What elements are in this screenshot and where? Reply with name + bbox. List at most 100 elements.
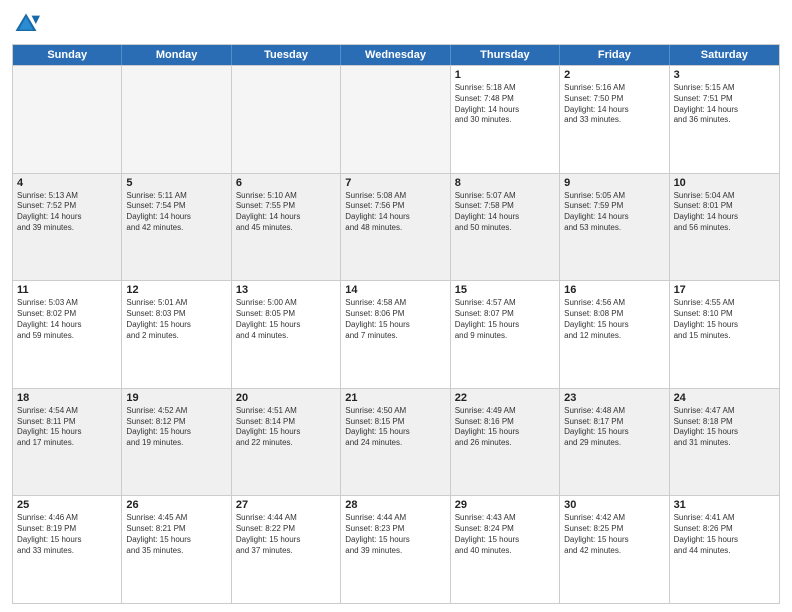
- day-number: 1: [455, 69, 555, 81]
- weekday-header-friday: Friday: [560, 45, 669, 65]
- cell-info: Sunrise: 5:11 AM Sunset: 7:54 PM Dayligh…: [126, 191, 226, 234]
- logo-icon: [12, 10, 40, 38]
- calendar-cell-22: 22 Sunrise: 4:49 AM Sunset: 8:16 PM Dayli…: [451, 389, 560, 496]
- day-number: 19: [126, 392, 226, 404]
- calendar-cell-12: 12 Sunrise: 5:01 AM Sunset: 8:03 PM Dayli…: [122, 281, 231, 388]
- cell-info: Sunrise: 5:16 AM Sunset: 7:50 PM Dayligh…: [564, 83, 664, 126]
- day-number: 23: [564, 392, 664, 404]
- day-number: 5: [126, 177, 226, 189]
- cell-info: Sunrise: 4:47 AM Sunset: 8:18 PM Dayligh…: [674, 406, 775, 449]
- calendar-cell-30: 30 Sunrise: 4:42 AM Sunset: 8:25 PM Dayli…: [560, 496, 669, 603]
- cell-info: Sunrise: 5:01 AM Sunset: 8:03 PM Dayligh…: [126, 298, 226, 341]
- cell-info: Sunrise: 4:56 AM Sunset: 8:08 PM Dayligh…: [564, 298, 664, 341]
- calendar-cell-empty-r0c2: [232, 66, 341, 173]
- day-number: 3: [674, 69, 775, 81]
- day-number: 26: [126, 499, 226, 511]
- cell-info: Sunrise: 4:55 AM Sunset: 8:10 PM Dayligh…: [674, 298, 775, 341]
- calendar-cell-29: 29Sunrise: 4:43 AM Sunset: 8:24 PM Dayli…: [451, 496, 560, 603]
- day-number: 15: [455, 284, 555, 296]
- day-number: 14: [345, 284, 445, 296]
- day-number: 16: [564, 284, 664, 296]
- day-number: 21: [345, 392, 445, 404]
- calendar-cell-14: 14 Sunrise: 4:58 AM Sunset: 8:06 PM Dayli…: [341, 281, 450, 388]
- calendar-cell-11: 11Sunrise: 5:03 AM Sunset: 8:02 PM Dayli…: [13, 281, 122, 388]
- weekday-header-saturday: Saturday: [670, 45, 779, 65]
- day-number: 12: [126, 284, 226, 296]
- day-number: 20: [236, 392, 336, 404]
- cell-info: Sunrise: 5:03 AM Sunset: 8:02 PM Dayligh…: [17, 298, 117, 341]
- calendar-cell-8: 8 Sunrise: 5:07 AM Sunset: 7:58 PM Daylig…: [451, 174, 560, 281]
- day-number: 8: [455, 177, 555, 189]
- calendar-cell-empty-r0c0: [13, 66, 122, 173]
- calendar-cell-25: 25 Sunrise: 4:46 AM Sunset: 8:19 PM Dayli…: [13, 496, 122, 603]
- day-number: 7: [345, 177, 445, 189]
- calendar-row-5: 25 Sunrise: 4:46 AM Sunset: 8:19 PM Dayli…: [13, 495, 779, 603]
- weekday-header-monday: Monday: [122, 45, 231, 65]
- calendar-cell-21: 21Sunrise: 4:50 AM Sunset: 8:15 PM Dayli…: [341, 389, 450, 496]
- cell-info: Sunrise: 4:45 AM Sunset: 8:21 PM Dayligh…: [126, 513, 226, 556]
- cell-info: Sunrise: 5:04 AM Sunset: 8:01 PM Dayligh…: [674, 191, 775, 234]
- cell-info: Sunrise: 4:52 AM Sunset: 8:12 PM Dayligh…: [126, 406, 226, 449]
- day-number: 28: [345, 499, 445, 511]
- day-number: 4: [17, 177, 117, 189]
- day-number: 27: [236, 499, 336, 511]
- calendar-cell-9: 9Sunrise: 5:05 AM Sunset: 7:59 PM Daylig…: [560, 174, 669, 281]
- day-number: 13: [236, 284, 336, 296]
- day-number: 6: [236, 177, 336, 189]
- calendar-cell-19: 19 Sunrise: 4:52 AM Sunset: 8:12 PM Dayli…: [122, 389, 231, 496]
- calendar-cell-13: 13 Sunrise: 5:00 AM Sunset: 8:05 PM Dayli…: [232, 281, 341, 388]
- day-number: 24: [674, 392, 775, 404]
- cell-info: Sunrise: 5:10 AM Sunset: 7:55 PM Dayligh…: [236, 191, 336, 234]
- calendar-cell-2: 2 Sunrise: 5:16 AM Sunset: 7:50 PM Daylig…: [560, 66, 669, 173]
- calendar-cell-1: 1 Sunrise: 5:18 AM Sunset: 7:48 PM Daylig…: [451, 66, 560, 173]
- calendar-cell-5: 5 Sunrise: 5:11 AM Sunset: 7:54 PM Daylig…: [122, 174, 231, 281]
- day-number: 31: [674, 499, 775, 511]
- cell-info: Sunrise: 4:58 AM Sunset: 8:06 PM Dayligh…: [345, 298, 445, 341]
- cell-info: Sunrise: 4:44 AM Sunset: 8:22 PM Dayligh…: [236, 513, 336, 556]
- calendar-header: SundayMondayTuesdayWednesdayThursdayFrid…: [13, 45, 779, 65]
- day-number: 10: [674, 177, 775, 189]
- calendar-body: 1 Sunrise: 5:18 AM Sunset: 7:48 PM Daylig…: [13, 65, 779, 603]
- cell-info: Sunrise: 4:51 AM Sunset: 8:14 PM Dayligh…: [236, 406, 336, 449]
- logo: [12, 10, 42, 38]
- calendar-cell-empty-r0c1: [122, 66, 231, 173]
- calendar-cell-26: 26 Sunrise: 4:45 AM Sunset: 8:21 PM Dayli…: [122, 496, 231, 603]
- cell-info: Sunrise: 5:00 AM Sunset: 8:05 PM Dayligh…: [236, 298, 336, 341]
- calendar-row-1: 1 Sunrise: 5:18 AM Sunset: 7:48 PM Daylig…: [13, 65, 779, 173]
- calendar-cell-15: 15 Sunrise: 4:57 AM Sunset: 8:07 PM Dayli…: [451, 281, 560, 388]
- calendar-row-4: 18 Sunrise: 4:54 AM Sunset: 8:11 PM Dayli…: [13, 388, 779, 496]
- weekday-header-sunday: Sunday: [13, 45, 122, 65]
- day-number: 2: [564, 69, 664, 81]
- day-number: 29: [455, 499, 555, 511]
- calendar-cell-31: 31 Sunrise: 4:41 AM Sunset: 8:26 PM Dayli…: [670, 496, 779, 603]
- cell-info: Sunrise: 4:49 AM Sunset: 8:16 PM Dayligh…: [455, 406, 555, 449]
- calendar-cell-18: 18 Sunrise: 4:54 AM Sunset: 8:11 PM Dayli…: [13, 389, 122, 496]
- calendar-cell-27: 27 Sunrise: 4:44 AM Sunset: 8:22 PM Dayli…: [232, 496, 341, 603]
- calendar-cell-6: 6 Sunrise: 5:10 AM Sunset: 7:55 PM Daylig…: [232, 174, 341, 281]
- cell-info: Sunrise: 4:41 AM Sunset: 8:26 PM Dayligh…: [674, 513, 775, 556]
- calendar-cell-28: 28Sunrise: 4:44 AM Sunset: 8:23 PM Dayli…: [341, 496, 450, 603]
- calendar-row-2: 4 Sunrise: 5:13 AM Sunset: 7:52 PM Daylig…: [13, 173, 779, 281]
- day-number: 22: [455, 392, 555, 404]
- cell-info: Sunrise: 4:46 AM Sunset: 8:19 PM Dayligh…: [17, 513, 117, 556]
- day-number: 9: [564, 177, 664, 189]
- weekday-header-wednesday: Wednesday: [341, 45, 450, 65]
- cell-info: Sunrise: 5:08 AM Sunset: 7:56 PM Dayligh…: [345, 191, 445, 234]
- cell-info: Sunrise: 5:15 AM Sunset: 7:51 PM Dayligh…: [674, 83, 775, 126]
- cell-info: Sunrise: 4:54 AM Sunset: 8:11 PM Dayligh…: [17, 406, 117, 449]
- calendar-cell-24: 24 Sunrise: 4:47 AM Sunset: 8:18 PM Dayli…: [670, 389, 779, 496]
- calendar-cell-10: 10 Sunrise: 5:04 AM Sunset: 8:01 PM Dayli…: [670, 174, 779, 281]
- cell-info: Sunrise: 5:18 AM Sunset: 7:48 PM Dayligh…: [455, 83, 555, 126]
- cell-info: Sunrise: 5:13 AM Sunset: 7:52 PM Dayligh…: [17, 191, 117, 234]
- day-number: 30: [564, 499, 664, 511]
- calendar-cell-17: 17Sunrise: 4:55 AM Sunset: 8:10 PM Dayli…: [670, 281, 779, 388]
- cell-info: Sunrise: 4:42 AM Sunset: 8:25 PM Dayligh…: [564, 513, 664, 556]
- cell-info: Sunrise: 5:07 AM Sunset: 7:58 PM Dayligh…: [455, 191, 555, 234]
- cell-info: Sunrise: 4:48 AM Sunset: 8:17 PM Dayligh…: [564, 406, 664, 449]
- calendar-cell-3: 3 Sunrise: 5:15 AM Sunset: 7:51 PM Daylig…: [670, 66, 779, 173]
- day-number: 25: [17, 499, 117, 511]
- calendar: SundayMondayTuesdayWednesdayThursdayFrid…: [12, 44, 780, 604]
- cell-info: Sunrise: 4:57 AM Sunset: 8:07 PM Dayligh…: [455, 298, 555, 341]
- day-number: 18: [17, 392, 117, 404]
- header: [12, 10, 780, 38]
